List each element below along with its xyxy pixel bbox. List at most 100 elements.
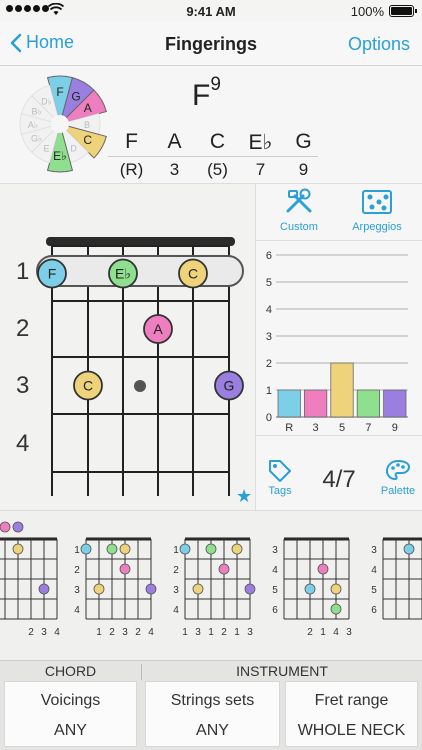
voicing-finger-number: 1 [182, 627, 188, 638]
voicing-note-dot [231, 543, 243, 555]
voicing-thumbnail[interactable]: 3 4 5 6 [371, 537, 422, 620]
custom-button[interactable]: Custom [264, 188, 334, 233]
voicing-fret-number: 5 [272, 585, 278, 596]
voicing-fret-number: 4 [173, 605, 179, 616]
voicing-note-dot [80, 543, 92, 555]
voicing-fret-number: 2 [74, 565, 80, 576]
voicing-finger-number: 2 [28, 627, 34, 638]
note-marker-label: C [83, 378, 93, 394]
string-sets-setting-label: Strings sets [170, 692, 255, 709]
chart-x-tick: 3 [313, 422, 319, 434]
chart-y-tick: 1 [266, 385, 272, 397]
wheel-label: G♭ [31, 134, 42, 144]
string-sets-setting[interactable]: Strings sets ANY [145, 681, 280, 747]
chart-y-tick: 6 [266, 250, 272, 262]
fret-range-setting-value: WHOLE NECK [297, 722, 406, 739]
voicing-finger-number: 2 [135, 627, 141, 638]
voicing-note-dot [119, 563, 131, 575]
wheel-label: C [83, 133, 92, 147]
voicing-fret-number: 4 [272, 565, 278, 576]
voicing-finger-number: 3 [346, 627, 352, 638]
circle-of-fifths-wheel[interactable]: F GABCDE♭ EG♭ A♭ B♭D♭ [10, 74, 110, 174]
note-marker-label: C [188, 266, 198, 282]
chord-notes-row: F A C E♭ G [110, 130, 325, 155]
nut [46, 237, 235, 246]
chord-name: F9 [192, 74, 221, 113]
voicing-fret-number: 3 [272, 545, 278, 556]
voicing-fret-number: 4 [371, 565, 377, 576]
tags-button[interactable]: Tags [258, 458, 302, 497]
note-marker-label: E♭ [115, 266, 131, 282]
voicing-thumbnail[interactable]: 12341 3 1 2 1 3 [173, 537, 256, 638]
voicing-finger-number: 1 [320, 627, 326, 638]
voicing-fret-number: 4 [74, 605, 80, 616]
voicing-note-dot [192, 583, 204, 595]
battery-icon [389, 5, 417, 17]
voicing-finger-number: 1 [96, 627, 102, 638]
voicing-fret-number: 5 [371, 585, 377, 596]
tags-label: Tags [268, 485, 292, 497]
chart-y-tick: 5 [266, 277, 272, 289]
note-marker-label: G [224, 378, 235, 394]
chord-section-label: CHORD [44, 663, 97, 679]
arpeggios-label: Arpeggios [352, 221, 402, 233]
voicing-finger-number: 1 [234, 627, 240, 638]
voicing-thumbnail[interactable]: 12341 2 3 2 4 [74, 537, 157, 638]
voicings-strip[interactable]: 2341234123241234131213345621433456 [0, 510, 422, 660]
voicing-note-dot [317, 563, 329, 575]
voicing-note-dot [304, 583, 316, 595]
interval-chart-svg: 0 1 2 3 4 5 6 R 3 5 7 9 [266, 250, 408, 434]
chart-bar [356, 389, 380, 418]
voicings-setting[interactable]: Voicings ANY [4, 681, 137, 747]
voicings-setting-label: Voicings [40, 692, 101, 709]
chart-y-tick: 3 [266, 331, 272, 343]
wheel-label: D♭ [41, 97, 52, 107]
favorite-star-icon[interactable]: ★ [236, 486, 252, 507]
chord-intervals-row: (R) 3 (5) 7 9 [110, 160, 325, 180]
wheel-label: E [43, 143, 49, 153]
status-bar: 9:41 AM 100% [0, 0, 422, 22]
chart-x-tick: R [285, 422, 293, 434]
chord-interval: 3 [169, 160, 180, 179]
voicings-svg: 2 3 412341 2 3 2 412341 3 1 2 1 334562 1 4 33456 [0, 521, 422, 638]
voicing-thumbnail[interactable]: 34562 1 4 3 [272, 537, 352, 638]
voicing-fret-number: 1 [74, 545, 80, 556]
interval-chart: 0 1 2 3 4 5 6 R 3 5 7 9 [256, 240, 422, 436]
palette-icon [385, 459, 411, 481]
chart-bar [304, 389, 328, 418]
tag-icon [269, 460, 291, 482]
battery-percent: 100% [350, 4, 384, 19]
chord-interval: (R) [119, 160, 144, 179]
voicing-note-dot [12, 521, 24, 533]
custom-label: Custom [280, 221, 318, 233]
chart-bar [383, 389, 407, 418]
voicing-note-dot [218, 563, 230, 575]
voicing-finger-number: 3 [247, 627, 253, 638]
voicing-note-dot [244, 583, 256, 595]
voicing-thumbnail[interactable]: 234 [0, 521, 60, 638]
palette-label: Palette [380, 485, 416, 497]
note-marker-label: A [153, 321, 163, 337]
voicing-note-dot [179, 543, 191, 555]
fret-range-setting[interactable]: Fret range WHOLE NECK [285, 681, 418, 747]
options-button[interactable]: Options [348, 34, 410, 55]
string-sets-setting-value: ANY [196, 722, 229, 739]
voicing-fret-number: 6 [371, 605, 377, 616]
chart-y-tick: 4 [266, 304, 272, 316]
fretboard-diagram[interactable]: F E♭ C A C G [0, 184, 256, 510]
instrument-section-label: INSTRUMENT [236, 663, 328, 679]
voicing-finger-number: 1 [208, 627, 214, 638]
chart-y-tick: 2 [266, 358, 272, 370]
chord-interval: 7 [255, 160, 266, 179]
voicing-finger-number: 3 [195, 627, 201, 638]
chart-bar [277, 389, 301, 418]
voicing-note-dot [106, 543, 118, 555]
barre-indicator [36, 255, 244, 287]
arpeggios-button[interactable]: Arpeggios [342, 188, 412, 233]
palette-button[interactable]: Palette [376, 458, 420, 497]
chord-note: F [125, 130, 138, 153]
wheel-label: E♭ [53, 149, 67, 163]
bottom-tools: Tags 4/7 Palette [256, 446, 422, 506]
voicing-fret-number: 3 [74, 585, 80, 596]
voicing-note-dot [119, 543, 131, 555]
